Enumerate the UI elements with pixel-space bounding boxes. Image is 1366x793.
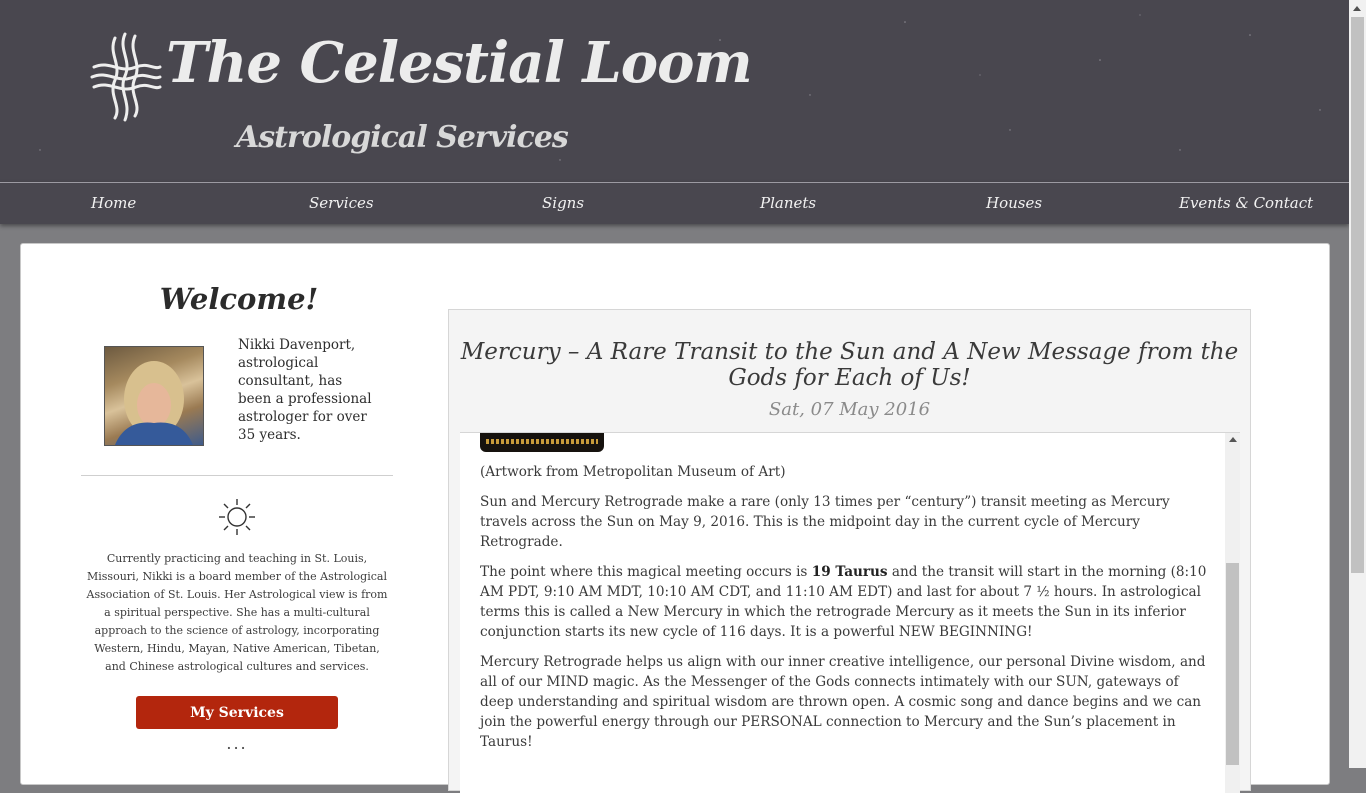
site-title[interactable]: The Celestial Loom bbox=[166, 30, 753, 96]
blog-article: Mercury – A Rare Transit to the Sun and … bbox=[448, 309, 1251, 793]
more-indicator: ... bbox=[226, 734, 248, 753]
sun-icon bbox=[219, 499, 255, 535]
welcome-heading: Welcome! bbox=[159, 282, 319, 316]
content-card: Welcome! Nikki Davenport, astrological c… bbox=[20, 243, 1330, 793]
page-scrollbar-thumb[interactable] bbox=[1351, 17, 1364, 573]
artwork-image bbox=[480, 433, 604, 452]
nav-item-planets[interactable]: Planets bbox=[760, 194, 816, 212]
article-title[interactable]: Mercury – A Rare Transit to the Sun and … bbox=[449, 339, 1250, 391]
article-body[interactable]: (Artwork from Metropolitan Museum of Art… bbox=[460, 432, 1240, 793]
my-services-button[interactable]: My Services bbox=[136, 696, 338, 729]
image-caption: (Artwork from Metropolitan Museum of Art… bbox=[480, 464, 786, 480]
scroll-up-arrow-icon[interactable] bbox=[1229, 437, 1237, 442]
sidebar-divider bbox=[81, 475, 393, 476]
site-header: The Celestial Loom Astrological Services bbox=[0, 0, 1349, 182]
article-paragraph: Mercury Retrograde helps us align with o… bbox=[480, 654, 1206, 750]
celestial-knot-icon bbox=[90, 32, 162, 122]
nav-item-services[interactable]: Services bbox=[309, 194, 374, 212]
bio-text: Nikki Davenport, astrological consultant… bbox=[238, 337, 372, 443]
article-paragraph: The point where this magical meeting occ… bbox=[480, 564, 1207, 640]
portrait-image bbox=[115, 361, 193, 445]
about-text: Currently practicing and teaching in St.… bbox=[86, 552, 388, 673]
article-date: Sat, 07 May 2016 bbox=[768, 399, 931, 420]
nav-item-home[interactable]: Home bbox=[91, 194, 136, 212]
article-scrollbar[interactable] bbox=[1225, 433, 1240, 793]
scrollbar-thumb[interactable] bbox=[1226, 563, 1239, 765]
nav-item-events-contact[interactable]: Events & Contact bbox=[1179, 194, 1313, 212]
nav-item-signs[interactable]: Signs bbox=[542, 194, 584, 212]
main-navigation: Home Services Signs Planets Houses Event… bbox=[0, 182, 1349, 224]
site-subtitle: Astrological Services bbox=[236, 120, 569, 155]
article-paragraph: Sun and Mercury Retrograde make a rare (… bbox=[480, 494, 1170, 550]
nav-item-houses[interactable]: Houses bbox=[986, 194, 1042, 212]
highlighted-degree: 19 Taurus bbox=[811, 564, 888, 580]
avatar bbox=[104, 346, 204, 446]
page-scrollbar[interactable] bbox=[1349, 0, 1366, 768]
scroll-up-arrow-icon[interactable] bbox=[1353, 6, 1361, 11]
